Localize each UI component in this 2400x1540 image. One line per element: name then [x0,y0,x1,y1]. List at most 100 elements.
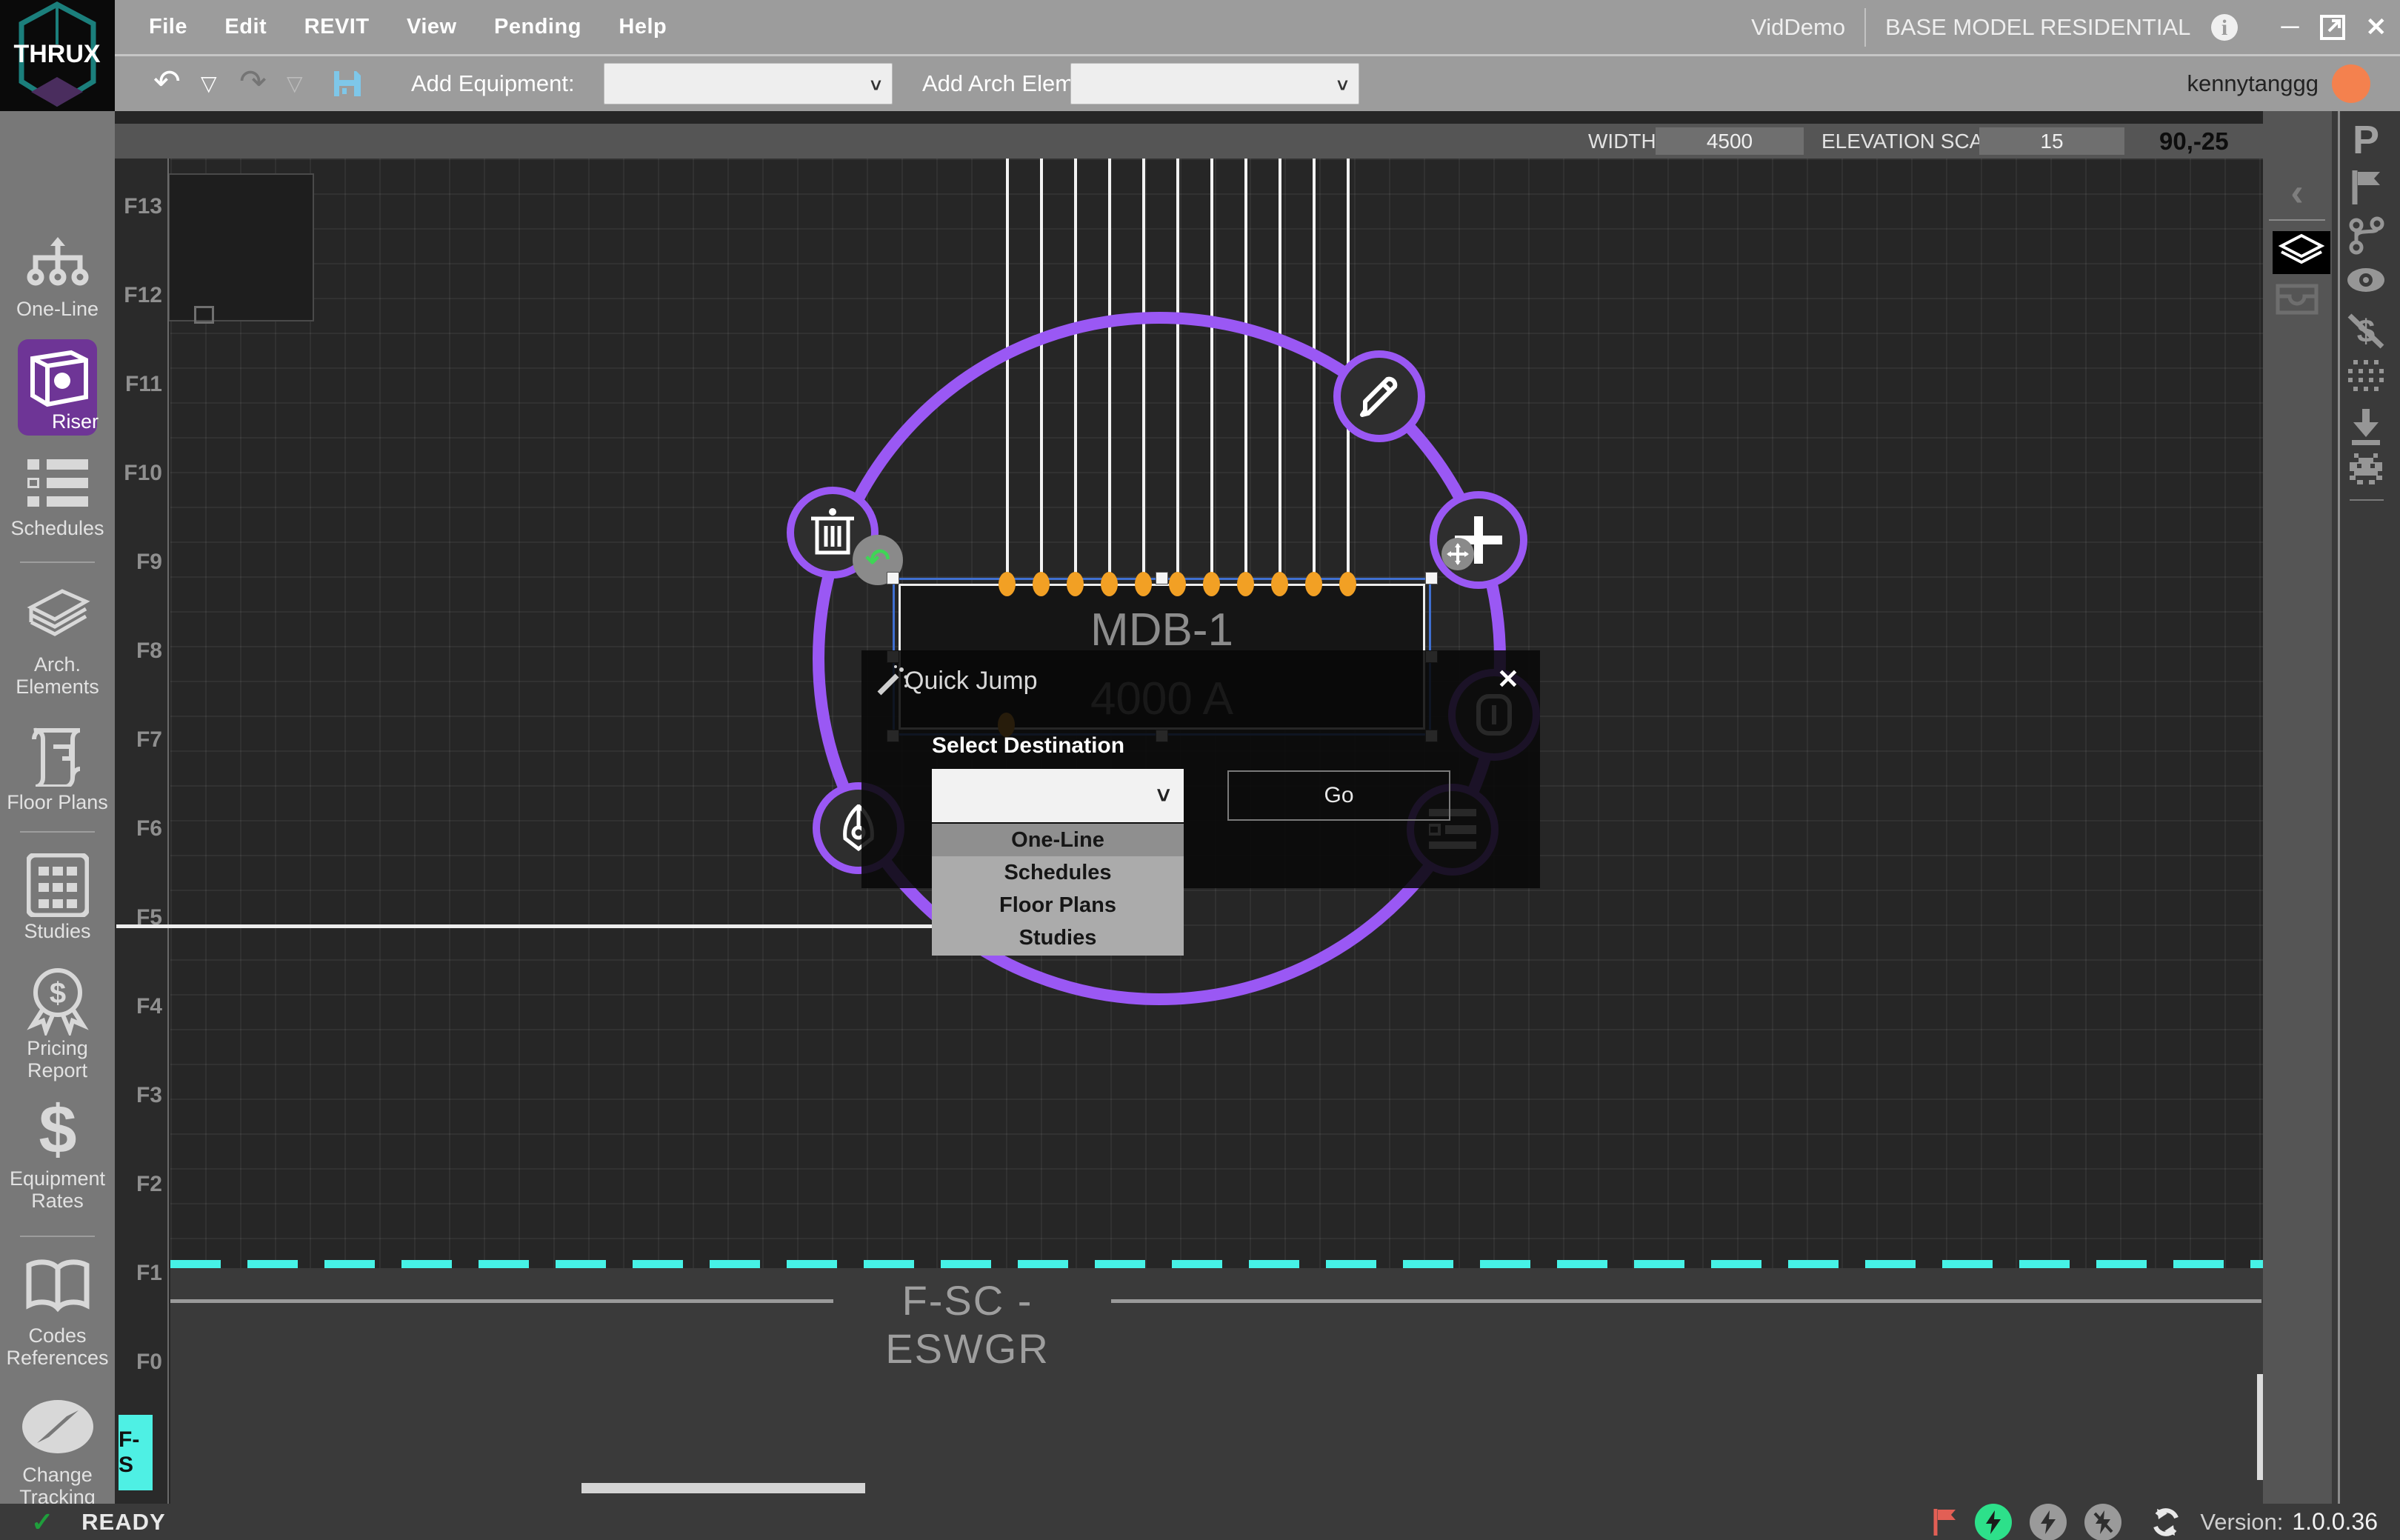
move-handle[interactable] [1441,538,1474,570]
project-name: VidDemo [1751,14,1845,41]
power-status-off-icon[interactable] [2084,1504,2121,1540]
status-bar: ✓ READY Version: 1.0.0.36 [0,1504,2400,1540]
sidebar-item-equipment-rates[interactable]: Equipment [0,1167,115,1190]
option-one-line[interactable]: One-Line [932,824,1184,856]
menu-file[interactable]: File [149,0,187,54]
minimize-button[interactable]: ─ [2281,13,2299,41]
flag-icon[interactable] [2332,169,2400,206]
option-floor-plans[interactable]: Floor Plans [932,889,1184,921]
option-studies[interactable]: Studies [932,921,1184,954]
grid-toggle-icon[interactable] [2332,359,2400,396]
menu-view[interactable]: View [407,0,457,54]
status-flag-icon[interactable] [1932,1507,1957,1537]
sidebar-item-riser[interactable]: Riser [18,339,97,436]
sidebar-item-codes-references-2[interactable]: References [0,1347,115,1370]
connection-dot[interactable] [1067,572,1084,596]
restore-button[interactable] [2319,13,2347,41]
connection-dot[interactable] [1135,572,1152,596]
rail-divider [2269,219,2325,221]
sidebar-item-change-tracking[interactable]: Change [0,1464,115,1487]
add-button[interactable] [1430,491,1527,589]
schedules-icon[interactable] [0,459,115,508]
connection-dot[interactable] [1271,572,1288,596]
connection-dot[interactable] [1033,572,1050,596]
avatar[interactable] [2332,64,2370,103]
sidebar-item-arch-elements[interactable]: Arch. [0,653,115,676]
add-equipment-select[interactable]: ˅ [604,63,893,104]
menu-help[interactable]: Help [619,0,667,54]
go-button[interactable]: Go [1227,770,1450,821]
sidebar-item-pricing-report-2[interactable]: Report [0,1059,115,1082]
width-label: WIDTH [1588,124,1656,159]
sidebar-item-equipment-rates-2[interactable]: Rates [0,1190,115,1213]
app-window: THRUX File Edit REVIT View Pending Help … [0,0,2400,1540]
save-icon[interactable] [330,67,364,101]
add-equipment-label: Add Equipment: [411,56,575,111]
floor-plans-icon[interactable] [0,724,115,787]
visibility-eye-icon[interactable] [2332,267,2400,293]
redo-button[interactable]: ↷ [239,56,267,108]
edit-button[interactable] [1333,350,1425,442]
cursor-coordinates: 90,-25 [2159,124,2229,159]
app-right-rail: P $ [2332,111,2400,1504]
debug-invader-icon[interactable] [2332,453,2400,484]
info-icon[interactable]: i [2210,13,2239,42]
menu-revit[interactable]: REVIT [304,0,370,54]
connection-dot[interactable] [1305,572,1322,596]
selection-handle[interactable] [1156,572,1168,584]
menu-edit[interactable]: Edit [224,0,267,54]
panel-p-icon[interactable]: P [2332,117,2400,163]
equipment-rates-icon[interactable]: $ [0,1095,115,1166]
inbox-icon[interactable] [2263,283,2331,316]
status-check-icon: ✓ [31,1507,53,1538]
destination-select[interactable]: ˅ [932,769,1184,822]
undo-button[interactable]: ↶ [153,56,181,108]
sidebar-item-one-line[interactable]: One-Line [0,298,115,321]
sidebar-item-arch-elements-2[interactable]: Elements [0,676,115,699]
connection-dot[interactable] [1101,572,1118,596]
codes-references-icon[interactable] [0,1258,115,1316]
version-value: 1.0.0.36 [2292,1508,2378,1536]
selection-handle[interactable] [1425,572,1438,584]
connection-dot[interactable] [1339,572,1356,596]
pricing-report-icon[interactable]: $ [0,964,115,1036]
left-sidebar: One-Line Riser Schedules Arch. Elements … [0,111,115,1504]
connection-dot[interactable] [1203,572,1220,596]
change-tracking-icon[interactable] [0,1394,115,1459]
dialog-title: Quick Jump [904,667,1038,696]
width-input[interactable]: 4500 [1656,127,1804,155]
redo-dropdown-icon[interactable]: ▽ [287,56,303,111]
sidebar-item-studies[interactable]: Studies [0,920,115,943]
sidebar-divider [20,1236,95,1237]
sidebar-item-pricing-report[interactable]: Pricing [0,1037,115,1060]
sidebar-item-codes-references[interactable]: Codes [0,1324,115,1347]
menu-pending[interactable]: Pending [494,0,581,54]
connection-dot[interactable] [1237,572,1254,596]
power-status-on-icon[interactable] [1975,1504,2012,1540]
download-icon[interactable] [2332,407,2400,446]
toolbar: ↶ ▽ ↷ ▽ Add Equipment: ˅ Add Arch Elemen… [115,54,2400,111]
layers-button[interactable] [2273,231,2330,274]
sidebar-divider [20,831,95,833]
selection-handle[interactable] [887,572,899,584]
studies-icon[interactable] [0,853,115,917]
riser-canvas[interactable]: F13F12F11F10F9F8F7F6F5F4F3F2F1F0 F-S F-S… [115,111,2263,1504]
arch-elements-icon[interactable] [0,585,115,650]
dialog-close-icon[interactable]: ✕ [1497,664,1519,695]
one-line-icon[interactable] [0,237,115,298]
sync-icon[interactable] [2150,1506,2182,1539]
power-status-idle-icon[interactable] [2030,1504,2067,1540]
connection-dot[interactable] [999,572,1016,596]
sidebar-item-schedules[interactable]: Schedules [0,517,115,540]
sidebar-item-floor-plans[interactable]: Floor Plans [0,791,115,814]
option-schedules[interactable]: Schedules [932,856,1184,889]
title-bar: File Edit REVIT View Pending Help VidDem… [115,0,2400,54]
connection-dot[interactable] [1169,572,1186,596]
add-arch-select[interactable]: ˅ [1070,63,1359,104]
elevation-scale-input[interactable]: 15 [1979,127,2124,155]
collapse-chevron-icon[interactable]: ‹ [2263,170,2331,215]
hide-pricing-icon[interactable]: $ [2332,310,2400,351]
close-window-button[interactable]: ✕ [2366,13,2387,42]
undo-dropdown-icon[interactable]: ▽ [201,56,217,111]
git-branch-icon[interactable] [2332,215,2400,255]
